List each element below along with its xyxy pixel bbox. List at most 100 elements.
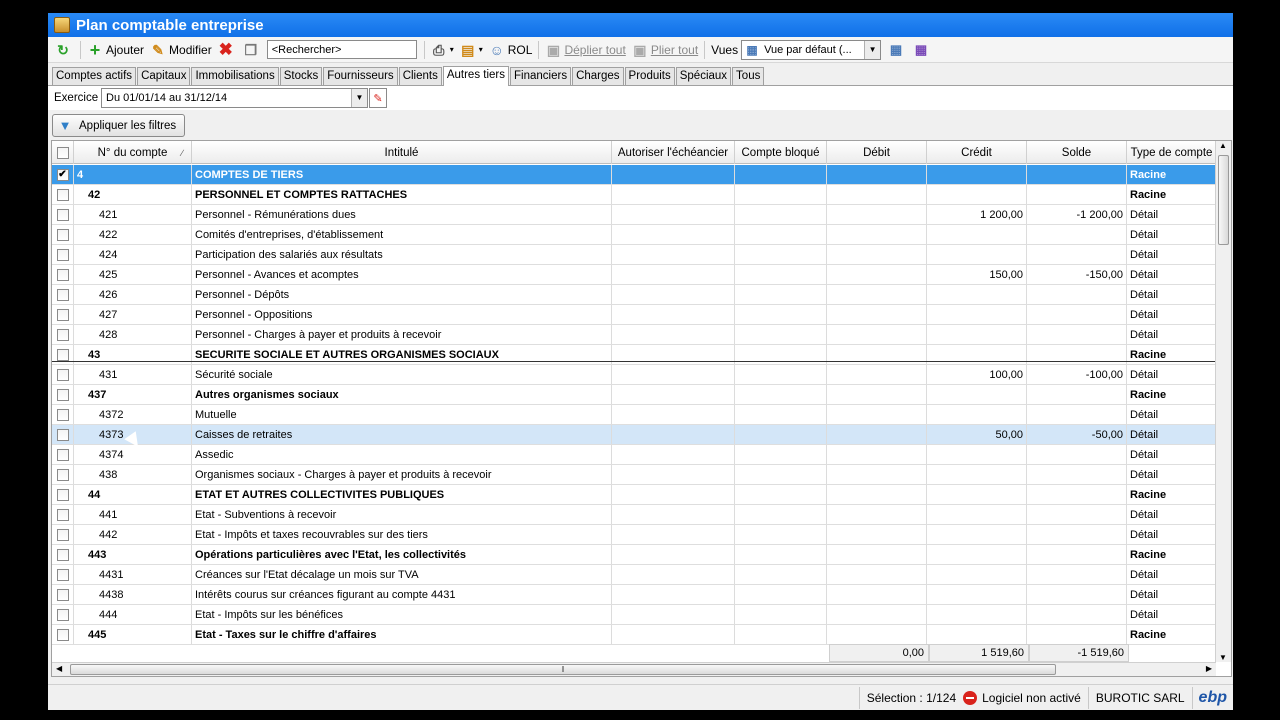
horizontal-scroll-thumb[interactable]: ‖ — [70, 664, 1056, 675]
duplicate-button[interactable]: ❐ — [240, 39, 265, 61]
table-row[interactable]: 4438 Intérêts courus sur créances figuran… — [52, 585, 1216, 605]
table-row[interactable]: 445 Etat - Taxes sur le chiffre d'affaire… — [52, 625, 1216, 645]
row-checkbox[interactable] — [52, 405, 74, 424]
row-select-checkbox[interactable] — [56, 288, 69, 301]
row-checkbox[interactable] — [52, 245, 74, 264]
rol-button[interactable]: ☺ ROL — [486, 39, 536, 61]
col-header-credit[interactable]: Crédit — [927, 141, 1027, 164]
table-row[interactable]: 425 Personnel - Avances et acomptes 150,00… — [52, 265, 1216, 285]
print-button[interactable]: ⎙ ▾ — [428, 39, 457, 61]
save-view-button[interactable]: ▦ — [910, 39, 935, 61]
edit-button[interactable]: ✎ Modifier — [147, 39, 215, 61]
table-row[interactable]: 4374 Assedic Détail — [52, 445, 1216, 465]
row-select-checkbox[interactable] — [56, 528, 69, 541]
table-row[interactable]: 421 Personnel - Rémunérations dues 1 200,0… — [52, 205, 1216, 225]
row-checkbox[interactable] — [52, 585, 74, 604]
tab-produits[interactable]: Produits — [624, 67, 675, 85]
row-checkbox[interactable] — [52, 325, 74, 344]
tab-clients[interactable]: Clients — [398, 67, 442, 85]
row-checkbox[interactable] — [52, 285, 74, 304]
row-select-checkbox[interactable] — [56, 208, 69, 221]
table-row[interactable]: 43 SECURITE SOCIALE ET AUTRES ORGANISMES … — [52, 345, 1216, 365]
horizontal-scrollbar[interactable]: ◀ ‖ ▶ — [52, 662, 1216, 676]
row-checkbox[interactable] — [52, 225, 74, 244]
row-checkbox[interactable] — [52, 265, 74, 284]
scroll-left-icon[interactable]: ◀ — [56, 664, 62, 673]
row-select-checkbox[interactable] — [56, 368, 69, 381]
table-row[interactable]: 42 PERSONNEL ET COMPTES RATTACHES Racine — [52, 185, 1216, 205]
row-select-checkbox[interactable] — [56, 488, 69, 501]
export-button[interactable]: ▤ ▾ — [457, 39, 486, 61]
row-select-checkbox[interactable] — [56, 408, 69, 421]
tab-financiers[interactable]: Financiers — [510, 67, 572, 85]
scroll-right-icon[interactable]: ▶ — [1206, 664, 1212, 673]
tab-immobilisations[interactable]: Immobilisations — [191, 67, 279, 85]
scroll-down-icon[interactable]: ▼ — [1219, 653, 1227, 662]
tab-sp-ciaux[interactable]: Spéciaux — [675, 67, 732, 85]
row-select-checkbox[interactable] — [56, 388, 69, 401]
row-select-checkbox[interactable] — [56, 548, 69, 561]
scroll-up-icon[interactable]: ▲ — [1219, 141, 1227, 150]
table-row[interactable]: 4431 Créances sur l'Etat décalage un mois… — [52, 565, 1216, 585]
vertical-scroll-thumb[interactable] — [1218, 155, 1229, 245]
row-checkbox[interactable] — [52, 565, 74, 584]
table-row[interactable]: 442 Etat - Impôts et taxes recouvrables s… — [52, 525, 1216, 545]
table-row[interactable]: 437 Autres organismes sociaux Racine — [52, 385, 1216, 405]
col-header-schedule[interactable]: Autoriser l'échéancier — [612, 141, 735, 164]
row-select-checkbox[interactable] — [56, 328, 69, 341]
row-select-checkbox[interactable] — [56, 228, 69, 241]
table-row[interactable]: ✔ 4 COMPTES DE TIERS Racine — [52, 165, 1216, 185]
search-input[interactable] — [266, 40, 417, 59]
row-checkbox[interactable] — [52, 185, 74, 204]
table-row[interactable]: 443 Opérations particulières avec l'Etat,… — [52, 545, 1216, 565]
table-row[interactable]: 441 Etat - Subventions à recevoir Détail — [52, 505, 1216, 525]
col-header-code[interactable]: N° du compte ∕ — [74, 141, 192, 164]
table-row[interactable]: 4372 Mutuelle Détail — [52, 405, 1216, 425]
row-select-checkbox[interactable] — [56, 308, 69, 321]
table-row[interactable]: 422 Comités d'entreprises, d'établissemen… — [52, 225, 1216, 245]
configure-view-button[interactable]: ▦ — [885, 39, 910, 61]
row-checkbox[interactable] — [52, 385, 74, 404]
row-select-checkbox[interactable] — [56, 268, 69, 281]
row-select-checkbox[interactable] — [56, 508, 69, 521]
table-row[interactable]: 424 Participation des salariés aux résult… — [52, 245, 1216, 265]
row-checkbox[interactable] — [52, 205, 74, 224]
row-checkbox[interactable] — [52, 545, 74, 564]
view-select[interactable]: ▦ Vue par défaut (... ▼ — [741, 39, 882, 60]
table-row[interactable]: 427 Personnel - Oppositions Détail — [52, 305, 1216, 325]
col-header-balance[interactable]: Solde — [1027, 141, 1127, 164]
tab-stocks[interactable]: Stocks — [279, 67, 323, 85]
expand-all-button[interactable]: ▣ Déplier tout — [542, 39, 628, 61]
row-select-checkbox[interactable] — [56, 568, 69, 581]
table-row[interactable]: 44 ETAT ET AUTRES COLLECTIVITES PUBLIQUES… — [52, 485, 1216, 505]
table-row[interactable]: 428 Personnel - Charges à payer et produi… — [52, 325, 1216, 345]
collapse-all-button[interactable]: ▣ Plier tout — [629, 39, 701, 61]
table-row[interactable]: 4373 Caisses de retraites 50,00 -50,00 Détai… — [52, 425, 1216, 445]
exercice-select[interactable]: Du 01/01/14 au 31/12/14 ▼ — [101, 88, 368, 108]
col-header-debit[interactable]: Débit — [827, 141, 927, 164]
row-select-checkbox[interactable] — [56, 588, 69, 601]
vertical-scrollbar[interactable]: ▲ ▼ — [1215, 141, 1231, 662]
row-checkbox[interactable] — [52, 465, 74, 484]
row-select-checkbox[interactable] — [56, 608, 69, 621]
row-select-checkbox[interactable] — [56, 348, 69, 361]
add-button[interactable]: + Ajouter — [84, 39, 147, 61]
row-checkbox[interactable] — [52, 505, 74, 524]
row-checkbox[interactable] — [52, 445, 74, 464]
tab-tous[interactable]: Tous — [732, 67, 765, 85]
tab-charges[interactable]: Charges — [572, 67, 624, 85]
row-select-checkbox[interactable] — [56, 428, 69, 441]
select-all-header[interactable] — [52, 141, 74, 164]
table-row[interactable]: 426 Personnel - Dépôts Détail — [52, 285, 1216, 305]
row-checkbox[interactable] — [52, 625, 74, 644]
col-header-blocked[interactable]: Compte bloqué — [735, 141, 827, 164]
delete-button[interactable]: ✖ — [215, 39, 240, 61]
table-row[interactable]: 438 Organismes sociaux - Charges à payer … — [52, 465, 1216, 485]
row-checkbox[interactable]: ✔ — [52, 165, 74, 184]
row-checkbox[interactable] — [52, 365, 74, 384]
table-row[interactable]: 431 Sécurité sociale 100,00 -100,00 Détail — [52, 365, 1216, 385]
row-select-checkbox[interactable] — [56, 628, 69, 641]
tab-autres-tiers[interactable]: Autres tiers — [442, 66, 510, 86]
row-select-checkbox[interactable]: ✔ — [56, 168, 69, 181]
exercice-edit-button[interactable]: ✎ — [369, 88, 387, 108]
